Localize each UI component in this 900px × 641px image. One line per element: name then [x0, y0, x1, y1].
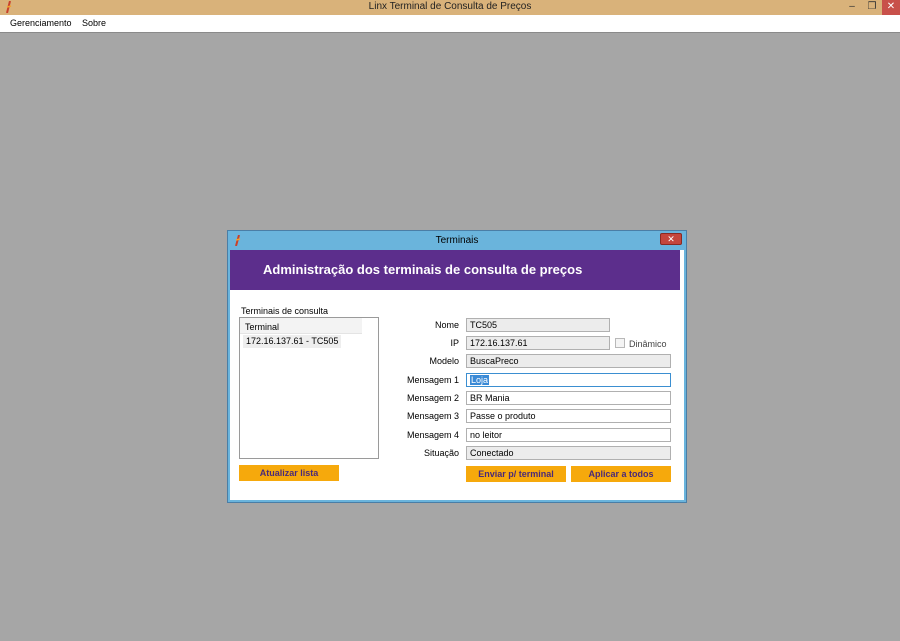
situacao-label: Situação	[423, 448, 459, 458]
mensagem1-label: Mensagem 1	[406, 375, 459, 385]
dinamico-label: Dinâmico	[629, 339, 667, 349]
ip-label: IP	[450, 338, 459, 348]
mensagem2-label: Mensagem 2	[406, 393, 459, 403]
banner-title: Administração dos terminais de consulta …	[263, 262, 583, 277]
menu-bar: Gerenciamento Sobre	[0, 15, 900, 33]
terminals-list[interactable]: Terminal 172.16.137.61 - TC505	[239, 317, 379, 459]
atualizar-lista-button[interactable]: Atualizar lista	[239, 465, 339, 481]
situacao-field[interactable]: Conectado	[466, 446, 671, 460]
dialog-titlebar: Terminais ✕	[228, 231, 686, 250]
dialog-title: Terminais	[435, 235, 479, 246]
window-titlebar: Linx Terminal de Consulta de Preços – ❐ …	[0, 0, 900, 15]
header-banner: Administração dos terminais de consulta …	[230, 250, 680, 290]
mensagem4-label: Mensagem 4	[406, 430, 459, 440]
mensagem3-field[interactable]: Passe o produto	[466, 409, 671, 423]
modelo-field[interactable]: BuscaPreco	[466, 354, 671, 368]
window-title: Linx Terminal de Consulta de Preços	[368, 1, 532, 12]
mensagem4-field[interactable]: no leitor	[466, 428, 671, 442]
ip-field[interactable]: 172.16.137.61	[466, 336, 610, 350]
mensagem1-selected-text: Loja	[470, 375, 490, 385]
modelo-label: Modelo	[429, 356, 459, 366]
minimize-button[interactable]: –	[842, 0, 862, 15]
close-button[interactable]: ✕	[882, 0, 900, 15]
dialog-close-button[interactable]: ✕	[660, 233, 682, 245]
mensagem1-field[interactable]: Loja	[466, 373, 671, 387]
aplicar-todos-button[interactable]: Aplicar a todos	[571, 466, 671, 482]
dinamico-checkbox[interactable]	[615, 338, 625, 348]
column-header-terminal: Terminal	[245, 322, 280, 332]
list-column-header[interactable]: Terminal	[240, 318, 362, 334]
dialog-body: Administração dos terminais de consulta …	[230, 250, 684, 500]
maximize-button[interactable]: ❐	[862, 0, 882, 15]
mensagem2-field[interactable]: BR Mania	[466, 391, 671, 405]
terminals-list-label: Terminais de consulta	[241, 306, 329, 316]
workspace-divider	[0, 32, 900, 33]
menu-sobre[interactable]: Sobre	[82, 18, 106, 28]
menu-gerenciamento[interactable]: Gerenciamento	[10, 18, 72, 28]
nome-field[interactable]: TC505	[466, 318, 610, 332]
mensagem3-label: Mensagem 3	[406, 411, 459, 421]
list-item[interactable]: 172.16.137.61 - TC505	[243, 335, 342, 348]
nome-label: Nome	[434, 320, 459, 330]
enviar-terminal-button[interactable]: Enviar p/ terminal	[466, 466, 566, 482]
terminais-dialog: Terminais ✕ Administração dos terminais …	[227, 230, 687, 503]
